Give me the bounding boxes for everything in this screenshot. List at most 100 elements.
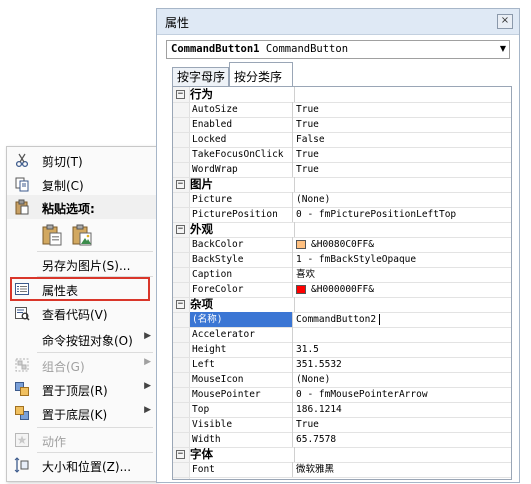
property-value[interactable]: 351.5532	[294, 357, 511, 372]
property-value[interactable]	[294, 327, 511, 342]
property-name[interactable]: Enabled	[190, 117, 293, 132]
property-name[interactable]: TakeFocusOnClick	[190, 147, 293, 162]
property-value[interactable]: 186.1214	[294, 402, 511, 417]
menu-item-label: 置于顶层(R)	[42, 384, 108, 398]
property-row[interactable]: Locked False	[173, 132, 511, 148]
property-row[interactable]: (名称) CommandButton2	[173, 312, 511, 328]
collapse-icon[interactable]: −	[176, 180, 185, 189]
menu-item-bring-to-front[interactable]: 置于顶层(R) ▶	[7, 378, 157, 400]
property-name[interactable]: Visible	[190, 417, 293, 432]
property-value[interactable]: 1 - fmBackStyleOpaque	[294, 252, 511, 267]
menu-item-size-and-position[interactable]: 大小和位置(Z)...	[7, 454, 157, 476]
property-name[interactable]: Picture	[190, 192, 293, 207]
collapse-icon[interactable]: −	[176, 225, 185, 234]
property-row[interactable]: Top 186.1214	[173, 402, 511, 418]
collapse-icon[interactable]: −	[176, 90, 185, 99]
property-value[interactable]: 31.5	[294, 342, 511, 357]
property-value[interactable]: &H0080C0FF&	[294, 237, 511, 252]
category-header[interactable]: − 图片	[173, 177, 511, 193]
bring-to-front-icon	[15, 382, 29, 396]
title-bar[interactable]: 属性 ×	[157, 9, 519, 35]
property-name[interactable]: ForeColor	[190, 282, 293, 297]
paste-as-picture-button[interactable]	[71, 223, 93, 247]
property-value[interactable]: False	[294, 132, 511, 147]
property-row[interactable]: MousePointer 0 - fmMousePointerArrow	[173, 387, 511, 403]
property-name[interactable]: (名称)	[190, 312, 293, 327]
property-value[interactable]: True	[294, 117, 511, 132]
property-row[interactable]: Caption 喜欢	[173, 267, 511, 283]
property-row[interactable]: BackColor &H0080C0FF&	[173, 237, 511, 253]
property-row[interactable]: AutoSize True	[173, 102, 511, 118]
property-row[interactable]: Height 31.5	[173, 342, 511, 358]
color-swatch	[296, 285, 306, 294]
menu-separator	[37, 352, 153, 353]
property-row[interactable]: Accelerator	[173, 327, 511, 343]
property-name[interactable]: Caption	[190, 267, 293, 282]
property-value[interactable]: True	[294, 147, 511, 162]
property-name[interactable]: WordWrap	[190, 162, 293, 177]
property-value[interactable]: 微软雅黑	[294, 462, 511, 477]
property-value[interactable]: &H000000FF&	[294, 282, 511, 297]
property-value[interactable]: 65.7578	[294, 432, 511, 447]
category-header[interactable]: − 杂项	[173, 297, 511, 313]
category-header[interactable]: − 行为	[173, 87, 511, 103]
property-value[interactable]: 0 - fmMousePointerArrow	[294, 387, 511, 402]
property-value[interactable]: True	[294, 102, 511, 117]
close-button[interactable]: ×	[497, 14, 513, 29]
tab-categorized[interactable]: 按分类序	[229, 62, 293, 87]
property-row[interactable]: Font 微软雅黑	[173, 462, 511, 478]
property-name[interactable]: Accelerator	[190, 327, 293, 342]
menu-item-group: 组合(G) ▶	[7, 354, 157, 376]
property-name[interactable]: BackStyle	[190, 252, 293, 267]
category-header[interactable]: − 外观	[173, 222, 511, 238]
highlight-box	[10, 277, 150, 301]
property-value[interactable]: (None)	[294, 192, 511, 207]
chevron-down-icon[interactable]: ▼	[500, 44, 506, 53]
collapse-icon[interactable]: −	[176, 300, 185, 309]
menu-item-cut[interactable]: 剪切(T)	[7, 149, 157, 171]
property-row[interactable]: Width 65.7578	[173, 432, 511, 448]
text-caret	[378, 314, 380, 325]
property-name[interactable]: Left	[190, 357, 293, 372]
property-name[interactable]: Width	[190, 432, 293, 447]
property-name[interactable]: Font	[190, 462, 293, 477]
collapse-icon[interactable]: −	[176, 450, 185, 459]
property-row[interactable]: TakeFocusOnClick True	[173, 147, 511, 163]
property-row[interactable]: MouseIcon (None)	[173, 372, 511, 388]
property-row[interactable]: PicturePosition 0 - fmPicturePositionLeft…	[173, 207, 511, 223]
menu-item-view-code[interactable]: 查看代码(V)	[7, 302, 157, 324]
property-name[interactable]: Locked	[190, 132, 293, 147]
menu-item-label: 另存为图片(S)...	[42, 259, 131, 273]
menu-item-label: 组合(G)	[42, 360, 85, 374]
property-name[interactable]: BackColor	[190, 237, 293, 252]
property-row[interactable]: Enabled True	[173, 117, 511, 133]
property-name[interactable]: AutoSize	[190, 102, 293, 117]
menu-item-send-to-back[interactable]: 置于底层(K) ▶	[7, 402, 157, 424]
property-name[interactable]: PicturePosition	[190, 207, 293, 222]
category-title: 外观	[190, 222, 213, 236]
property-row[interactable]: Visible True	[173, 417, 511, 433]
menu-item-commandbutton-object[interactable]: 命令按钮对象(O) ▶	[7, 328, 157, 350]
property-name[interactable]: MouseIcon	[190, 372, 293, 387]
property-value[interactable]: 喜欢	[294, 267, 511, 282]
property-row[interactable]: BackStyle 1 - fmBackStyleOpaque	[173, 252, 511, 268]
property-value[interactable]: CommandButton2	[294, 312, 511, 327]
property-name[interactable]: MousePointer	[190, 387, 293, 402]
menu-item-save-as-picture[interactable]: 另存为图片(S)...	[7, 253, 157, 275]
property-value[interactable]: True	[294, 417, 511, 432]
menu-item-copy[interactable]: 复制(C)	[7, 173, 157, 195]
property-value[interactable]: True	[294, 162, 511, 177]
property-name[interactable]: Height	[190, 342, 293, 357]
category-header[interactable]: − 字体	[173, 447, 511, 463]
property-row[interactable]: Left 351.5532	[173, 357, 511, 373]
property-value[interactable]: (None)	[294, 372, 511, 387]
tab-alphabetic[interactable]: 按字母序	[172, 67, 229, 87]
property-row[interactable]: WordWrap True	[173, 162, 511, 178]
object-selector[interactable]: CommandButton1 CommandButton ▼	[166, 40, 510, 59]
property-name[interactable]: Top	[190, 402, 293, 417]
property-row[interactable]: ForeColor &H000000FF&	[173, 282, 511, 298]
paste-keep-format-button[interactable]	[41, 223, 63, 247]
submenu-arrow-icon: ▶	[144, 381, 151, 391]
property-value[interactable]: 0 - fmPicturePositionLeftTop	[294, 207, 511, 222]
property-row[interactable]: Picture (None)	[173, 192, 511, 208]
